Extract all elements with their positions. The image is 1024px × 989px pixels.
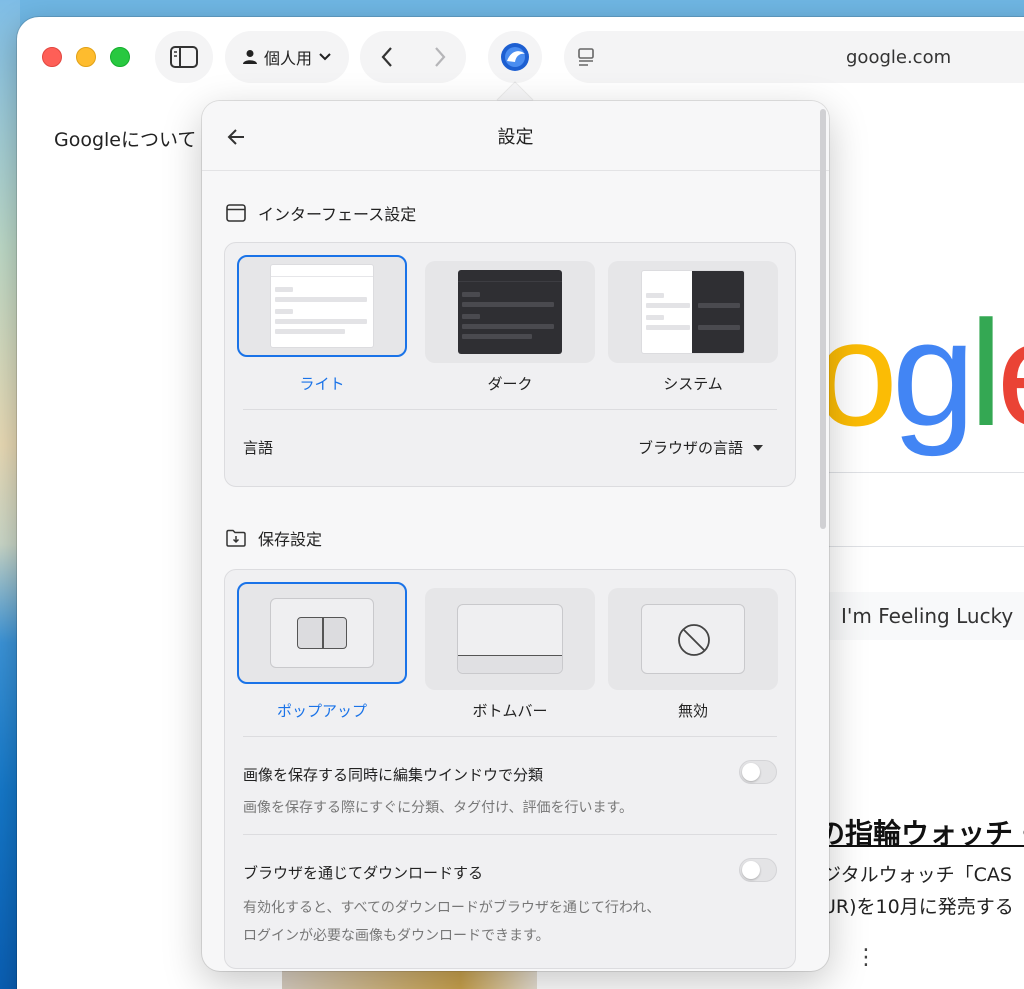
browser-download-option-desc: 有効化すると、すべてのダウンロードがブラウザを通じて行われ、 (243, 900, 661, 916)
minimize-window-button[interactable] (76, 47, 96, 67)
navigation-buttons (360, 31, 466, 83)
bottom-bar-preview (457, 604, 563, 674)
address-text: google.com (846, 46, 952, 68)
about-google-link[interactable]: Googleについて (54, 125, 196, 152)
news-snippet-line: ジタルウォッチ「CAS (822, 864, 1012, 886)
edit-window-option-label: 画像を保存する同時に編集ウインドウで分類 (243, 766, 544, 784)
back-button[interactable] (360, 46, 413, 68)
edit-window-toggle[interactable] (739, 760, 777, 784)
edit-window-option-desc: 画像を保存する際にすぐに分類、タグ付け、評価を行います。 (243, 800, 634, 816)
prohibited-icon (678, 624, 710, 656)
save-mode-label-bottom-bar: ボトムバー (472, 702, 548, 720)
language-value: ブラウザの言語 (637, 439, 743, 457)
interface-settings-card: ライト ダーク システム 言語 ブラウザの言語 (224, 242, 796, 487)
folder-download-icon (226, 529, 246, 547)
save-mode-label-popup: ポップアップ (276, 702, 367, 720)
language-label: 言語 (243, 439, 274, 457)
theme-option-light[interactable] (237, 255, 407, 357)
scrollbar-thumb[interactable] (820, 109, 826, 529)
sidebar-icon (170, 46, 198, 68)
language-select[interactable]: ブラウザの言語 (638, 437, 763, 458)
extension-button[interactable] (488, 31, 542, 83)
theme-label-dark: ダーク (487, 375, 533, 393)
window-icon (226, 204, 246, 222)
more-options-icon[interactable]: ⋮ (855, 945, 877, 970)
dark-theme-preview (458, 270, 562, 354)
close-window-button[interactable] (42, 47, 62, 67)
section-divider (243, 736, 777, 737)
news-headline[interactable]: の指輪ウォッチ・ (817, 812, 1024, 852)
profile-selector[interactable]: 個人用 (225, 31, 349, 83)
section-divider (243, 834, 777, 835)
browser-toolbar: 個人用 google.com (17, 17, 1024, 97)
google-search-box[interactable] (797, 472, 1024, 547)
theme-option-system[interactable] (608, 261, 778, 363)
theme-label-system: システム (663, 375, 723, 393)
browser-download-option-label: ブラウザを通じてダウンロードする (243, 864, 484, 882)
reader-icon (578, 48, 594, 66)
settings-popover: 設定 インターフェース設定 ライト ダーク システム 言語 ブラウザの言語 保存… (202, 101, 829, 971)
chevron-left-icon (381, 47, 392, 67)
back-arrow-icon[interactable] (224, 124, 250, 150)
save-mode-popup[interactable] (237, 582, 407, 684)
sidebar-toggle-button[interactable] (155, 31, 213, 83)
forward-button[interactable] (413, 46, 466, 68)
interface-settings-heading: インターフェース設定 (226, 201, 416, 225)
theme-option-dark[interactable] (425, 261, 595, 363)
save-mode-bottom-bar[interactable] (425, 588, 595, 690)
section-divider (243, 409, 777, 410)
profile-label: 個人用 (263, 49, 312, 68)
zoom-window-button[interactable] (110, 47, 130, 67)
light-theme-preview (270, 264, 374, 348)
news-snippet-line: UR)を10月に発売する (822, 896, 1014, 918)
system-theme-preview (641, 270, 745, 354)
popover-header: 設定 (202, 101, 829, 171)
browser-download-toggle[interactable] (739, 858, 777, 882)
feeling-lucky-button[interactable]: I'm Feeling Lucky (827, 592, 1024, 640)
person-icon (242, 50, 257, 64)
popup-preview (270, 598, 374, 668)
save-settings-heading: 保存設定 (226, 526, 322, 550)
chevron-right-icon (434, 47, 445, 67)
chevron-down-icon (319, 53, 331, 61)
address-bar[interactable]: google.com (564, 31, 1024, 83)
browser-download-option-desc: ログインが必要な画像もダウンロードできます。 (243, 928, 550, 944)
disabled-preview (641, 604, 745, 674)
caret-down-icon (753, 444, 763, 451)
save-mode-label-disabled: 無効 (677, 702, 708, 720)
extension-logo-icon (501, 43, 529, 71)
popover-title: 設定 (497, 126, 534, 148)
theme-label-light: ライト (299, 375, 345, 393)
save-settings-card: ポップアップ ボトムバー 無効 画像を保存する同時に編集ウインドウで分類 画像を… (224, 569, 796, 969)
save-mode-disabled[interactable] (608, 588, 778, 690)
